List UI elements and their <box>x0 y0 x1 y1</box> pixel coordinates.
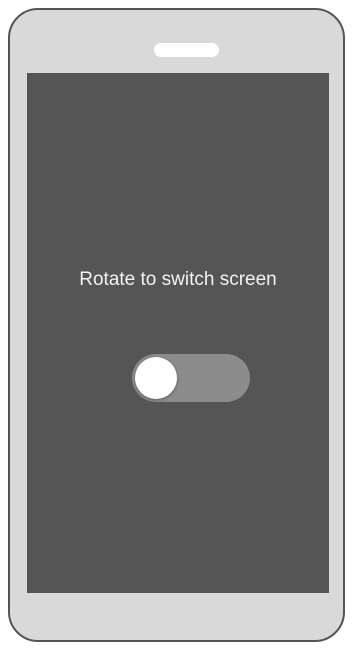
screen-switch-toggle[interactable] <box>132 354 250 402</box>
phone-frame: Rotate to switch screen <box>8 8 345 642</box>
rotate-message: Rotate to switch screen <box>79 269 277 290</box>
toggle-knob[interactable] <box>135 357 177 399</box>
speaker-slot-icon <box>154 43 219 57</box>
phone-screen: Rotate to switch screen <box>27 73 329 593</box>
